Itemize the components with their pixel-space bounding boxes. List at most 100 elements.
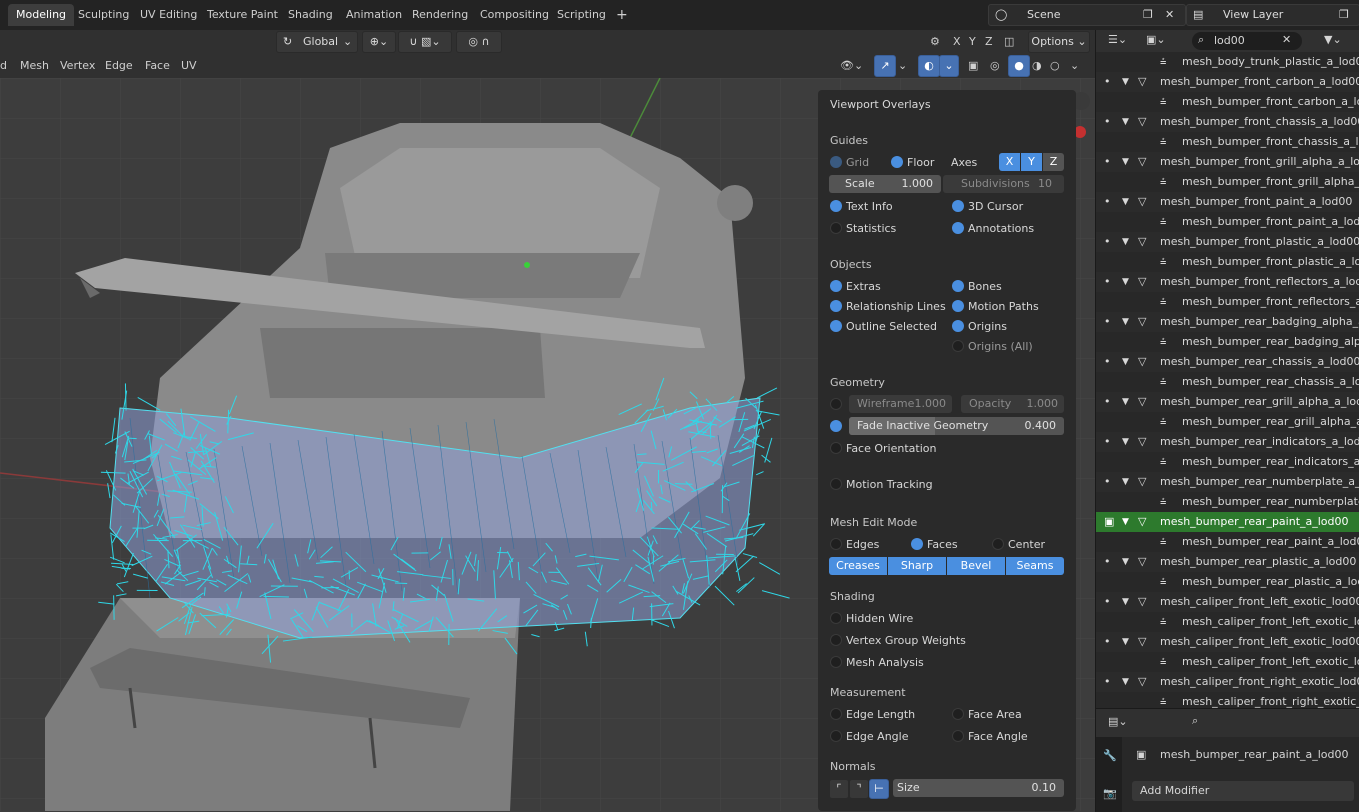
face-area-checkbox[interactable] [952, 708, 964, 720]
mirror-y[interactable]: Y [969, 34, 976, 50]
chevron-down-icon[interactable]: ⌄ [1070, 58, 1079, 74]
axis-z-toggle[interactable]: Z [1043, 153, 1064, 171]
outliner-mesh-row[interactable]: ⩮mesh_bumper_rear_chassis_a_lo [1096, 372, 1359, 392]
mirror-z[interactable]: Z [985, 34, 993, 50]
outliner-object-row[interactable]: •▼▽mesh_bumper_rear_grill_alpha_a_lod [1096, 392, 1359, 412]
expand-arrow-icon[interactable]: ▼ [1122, 72, 1129, 92]
workspace-tab-texture-paint[interactable]: Texture Paint [199, 4, 286, 26]
origins-checkbox[interactable] [952, 320, 964, 332]
hidden-wire-checkbox[interactable] [830, 612, 842, 624]
seams-toggle[interactable]: Seams [1006, 557, 1064, 575]
search-input[interactable]: lod00 [1214, 34, 1245, 47]
visibility-dot-icon[interactable]: • [1104, 112, 1111, 132]
outliner-object-row[interactable]: ▣▼▽mesh_bumper_rear_paint_a_lod00 [1096, 512, 1359, 532]
workspace-tab-uv-editing[interactable]: UV Editing [132, 4, 205, 26]
expand-arrow-icon[interactable]: ▼ [1122, 152, 1129, 172]
outliner-object-row[interactable]: •▼▽mesh_bumper_front_reflectors_a_lod [1096, 272, 1359, 292]
creases-toggle[interactable]: Creases [829, 557, 887, 575]
outliner-object-row[interactable]: •▼▽mesh_bumper_rear_badging_alpha_a [1096, 312, 1359, 332]
view-layer-selector[interactable]: ▤ View Layer ❐ [1186, 4, 1359, 26]
xray-icon[interactable]: ▣ [968, 58, 978, 74]
visibility-dot-icon[interactable]: • [1104, 312, 1111, 332]
bones-checkbox[interactable] [952, 280, 964, 292]
fade-inactive-slider[interactable]: Fade Inactive Geometry 0.400 [849, 417, 1064, 435]
visibility-dot-icon[interactable]: • [1104, 472, 1111, 492]
bevel-toggle[interactable]: Bevel [947, 557, 1005, 575]
outliner-mesh-row[interactable]: ⩮mesh_bumper_rear_plastic_a_lod [1096, 572, 1359, 592]
outliner-object-row[interactable]: •▼▽mesh_bumper_rear_plastic_a_lod00 [1096, 552, 1359, 572]
face-normals-toggle[interactable]: ⊢ [869, 779, 889, 799]
overlays-toggle[interactable]: ◐ [918, 55, 940, 77]
text-info-checkbox[interactable] [830, 200, 842, 212]
axis-x-toggle[interactable]: X [999, 153, 1020, 171]
copy-scene-icon[interactable]: ❐ [1143, 5, 1153, 25]
vertex-normals-toggle[interactable]: ⌜ [829, 779, 849, 799]
options-dropdown[interactable]: Options ⌄ [1028, 31, 1090, 53]
outliner-mesh-row[interactable]: ⩮mesh_caliper_front_left_exotic_loc [1096, 652, 1359, 672]
expand-arrow-icon[interactable]: ▼ [1122, 312, 1129, 332]
outliner-mesh-row[interactable]: ⩮mesh_bumper_front_carbon_a_lo [1096, 92, 1359, 112]
outliner-mesh-row[interactable]: ⩮mesh_bumper_rear_paint_a_lod00 [1096, 532, 1359, 552]
visibility-dot-icon[interactable]: • [1104, 72, 1111, 92]
edit-mode-icon[interactable]: ▣ [1104, 512, 1114, 532]
proportional-editing[interactable]: ◎ ∩ [456, 31, 502, 53]
outliner-object-row[interactable]: •▼▽mesh_caliper_front_left_exotic_lod00.… [1096, 632, 1359, 652]
expand-arrow-icon[interactable]: ▼ [1122, 592, 1129, 612]
outliner-mesh-row[interactable]: ⩮mesh_bumper_rear_indicators_a [1096, 452, 1359, 472]
outliner-mesh-row[interactable]: ⩮mesh_caliper_front_left_exotic_loc [1096, 612, 1359, 632]
workspace-tab-compositing[interactable]: Compositing [472, 4, 557, 26]
outliner-mesh-row[interactable]: ⩮mesh_bumper_rear_numberplate [1096, 492, 1359, 512]
opacity-field[interactable]: Opacity 1.000 [961, 395, 1064, 413]
mesh-analysis-checkbox[interactable] [830, 656, 842, 668]
3d-cursor-checkbox[interactable] [952, 200, 964, 212]
menu-uv[interactable]: UV [181, 58, 197, 74]
outliner-search[interactable]: ⌕ lod00 ✕ [1192, 32, 1302, 50]
solid-shading-button[interactable]: ● [1008, 55, 1030, 77]
sharp-toggle[interactable]: Sharp [888, 557, 946, 575]
outliner-mesh-row[interactable]: ⩮mesh_bumper_front_chassis_a_lo [1096, 132, 1359, 152]
extras-checkbox[interactable] [830, 280, 842, 292]
expand-arrow-icon[interactable]: ▼ [1122, 112, 1129, 132]
outliner-mesh-row[interactable]: ⩮mesh_bumper_front_reflectors_a [1096, 292, 1359, 312]
workspace-tab-shading[interactable]: Shading [280, 4, 341, 26]
expand-arrow-icon[interactable]: ▼ [1122, 232, 1129, 252]
expand-arrow-icon[interactable]: ▼ [1122, 392, 1129, 412]
wireframe-field[interactable]: Wireframe 1.000 [849, 395, 952, 413]
face-angle-checkbox[interactable] [952, 730, 964, 742]
face-orientation-checkbox[interactable] [830, 442, 842, 454]
copy-view-layer-icon[interactable]: ❐ [1339, 5, 1349, 25]
mirror-x[interactable]: X [953, 34, 961, 50]
workspace-tab-scripting[interactable]: Scripting [549, 4, 614, 26]
snap-toggle[interactable]: ∪ ▧⌄ [398, 31, 452, 53]
outliner-mesh-row[interactable]: ⩮mesh_bumper_rear_badging_alp [1096, 332, 1359, 352]
expand-arrow-icon[interactable]: ▼ [1122, 352, 1129, 372]
auto-merge-icon[interactable]: ◫ [1004, 34, 1014, 50]
visibility-dot-icon[interactable]: • [1104, 152, 1111, 172]
edge-length-checkbox[interactable] [830, 708, 842, 720]
visibility-dot-icon[interactable]: • [1104, 592, 1111, 612]
filter-icon[interactable]: ▼⌄ [1324, 33, 1342, 46]
outliner-object-row[interactable]: •▼▽mesh_bumper_front_chassis_a_lod00 [1096, 112, 1359, 132]
visibility-icon[interactable]: 👁⌄ [840, 58, 863, 74]
split-normals-toggle[interactable]: ⌝ [849, 779, 869, 799]
wireframe-shading-icon[interactable]: ◎ [990, 58, 1000, 74]
expand-arrow-icon[interactable]: ▼ [1122, 192, 1129, 212]
normals-size-field[interactable]: Size 0.10 [893, 779, 1064, 797]
edges-checkbox[interactable] [830, 538, 842, 550]
clear-search-icon[interactable]: ✕ [1282, 33, 1291, 46]
expand-arrow-icon[interactable]: ▼ [1122, 632, 1129, 652]
outliner-object-row[interactable]: •▼▽mesh_bumper_front_plastic_a_lod00 [1096, 232, 1359, 252]
pivot-point-dropdown[interactable]: ⊕⌄ [362, 31, 396, 53]
outliner-object-row[interactable]: •▼▽mesh_bumper_front_grill_alpha_a_lod [1096, 152, 1359, 172]
visibility-dot-icon[interactable]: • [1104, 632, 1111, 652]
menu-d[interactable]: d [0, 58, 7, 74]
statistics-checkbox[interactable] [830, 222, 842, 234]
wireframe-checkbox[interactable] [830, 398, 842, 410]
outliner-object-row[interactable]: •▼▽mesh_bumper_rear_numberplate_a_l [1096, 472, 1359, 492]
rendered-shading-icon[interactable]: ○ [1050, 58, 1060, 74]
outliner-mesh-row[interactable]: ⩮mesh_caliper_front_right_exotic_lo [1096, 692, 1359, 708]
overlays-dropdown[interactable]: ⌄ [939, 55, 959, 77]
relationship-lines-checkbox[interactable] [830, 300, 842, 312]
visibility-dot-icon[interactable]: • [1104, 392, 1111, 412]
fade-inactive-checkbox[interactable] [830, 420, 842, 432]
